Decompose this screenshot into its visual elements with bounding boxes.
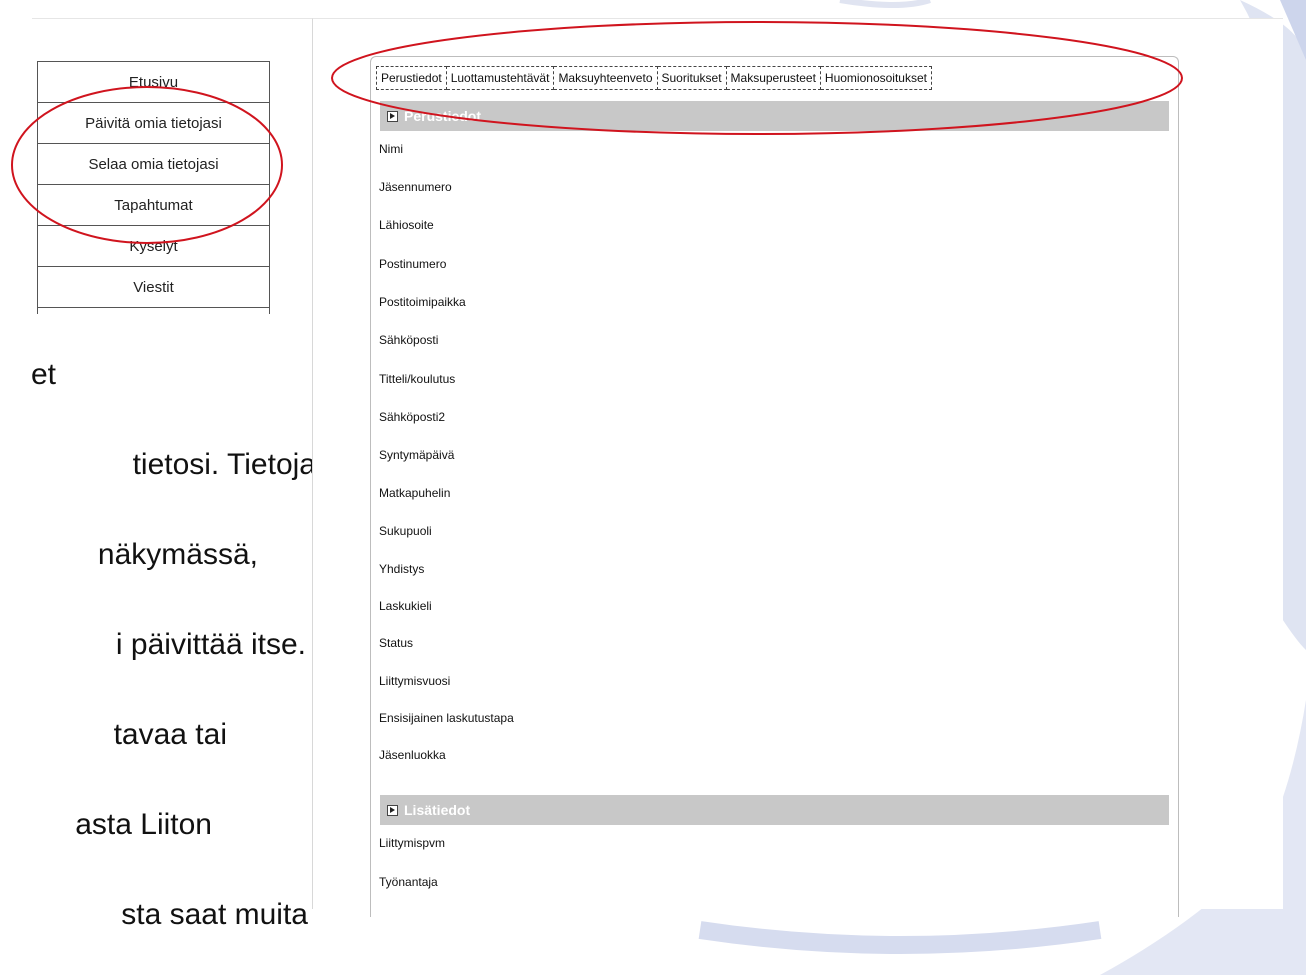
expand-toggle-icon[interactable] <box>387 804 398 816</box>
section-title: Lisätiedot <box>404 802 471 818</box>
details-frame <box>370 56 1179 917</box>
field-label: Postitoimipaikka <box>379 295 466 309</box>
field-label: Status <box>379 636 414 650</box>
field-label: Jäsennumero <box>379 180 452 194</box>
slide-text-line: et <box>30 358 56 391</box>
field-label: Sähköposti <box>379 333 439 347</box>
slide-text-line: tavaa tai <box>113 718 227 751</box>
menu-item-tapahtumat[interactable]: Tapahtumat <box>37 185 270 226</box>
field-label: Matkapuhelin <box>379 486 451 500</box>
section-title: Perustiedot <box>404 108 482 124</box>
field-label: Lähiosoite <box>379 218 434 232</box>
tab-maksuyhteenveto[interactable]: Maksuyhteenveto <box>554 66 658 90</box>
field-label: Liittymispvm <box>379 836 446 850</box>
menu-item-etusivu[interactable]: Etusivu <box>37 61 270 103</box>
slide-text-line: sta saat muita <box>121 898 308 931</box>
field-label: Sähköposti2 <box>379 410 446 424</box>
field-label: Jäsenluokka <box>379 748 446 762</box>
tab-luottamustehtavat[interactable]: Luottamustehtävät <box>446 66 555 90</box>
slide-text-line: tietosi. Tietoja <box>132 448 316 481</box>
tab-huomionosoitukset[interactable]: Huomionosoitukset <box>820 66 932 90</box>
section-header-lisatiedot[interactable]: Lisätiedot <box>380 795 1169 825</box>
menu-cut-edge <box>37 308 270 314</box>
field-label: Työnantaja <box>379 875 438 889</box>
field-label: Laskukieli <box>379 599 432 613</box>
member-menu: Etusivu Päivitä omia tietojasi Selaa omi… <box>37 61 270 314</box>
field-label: Sukupuoli <box>379 524 432 538</box>
tab-perustiedot[interactable]: Perustiedot <box>376 66 447 90</box>
field-label: Postinumero <box>379 257 447 271</box>
field-label: Syntymäpäivä <box>379 448 455 462</box>
slide-text-line: i päivittää itse. <box>115 628 306 661</box>
tab-maksuperusteet[interactable]: Maksuperusteet <box>726 66 821 90</box>
slide-body-text: et tietosi. Tietoja näkymässä, i päivitt… <box>0 358 346 958</box>
tab-suoritukset[interactable]: Suoritukset <box>657 66 727 90</box>
slide-text-line: näkymässä, <box>97 538 258 571</box>
menu-item-viestit[interactable]: Viestit <box>37 267 270 308</box>
section-header-perustiedot[interactable]: Perustiedot <box>380 101 1169 131</box>
details-tabs: Perustiedot Luottamustehtävät Maksuyhtee… <box>376 66 932 90</box>
menu-item-paivita-tietoja[interactable]: Päivitä omia tietojasi <box>37 103 270 144</box>
member-menu-screenshot: Etusivu Päivitä omia tietojasi Selaa omi… <box>32 18 312 314</box>
slide-text-line: asta Liiton <box>75 808 212 841</box>
field-label: Ensisijainen laskutustapa <box>379 711 514 725</box>
menu-item-selaa-tietoja[interactable]: Selaa omia tietojasi <box>37 144 270 185</box>
field-label: Nimi <box>379 142 403 156</box>
expand-toggle-icon[interactable] <box>387 110 398 122</box>
menu-item-kyselyt[interactable]: Kyselyt <box>37 226 270 267</box>
field-label: Liittymisvuosi <box>379 674 451 688</box>
member-details-screenshot: Perustiedot Luottamustehtävät Maksuyhtee… <box>312 18 1283 917</box>
field-label: Yhdistys <box>379 562 425 576</box>
field-label: Titteli/koulutus <box>379 372 456 386</box>
